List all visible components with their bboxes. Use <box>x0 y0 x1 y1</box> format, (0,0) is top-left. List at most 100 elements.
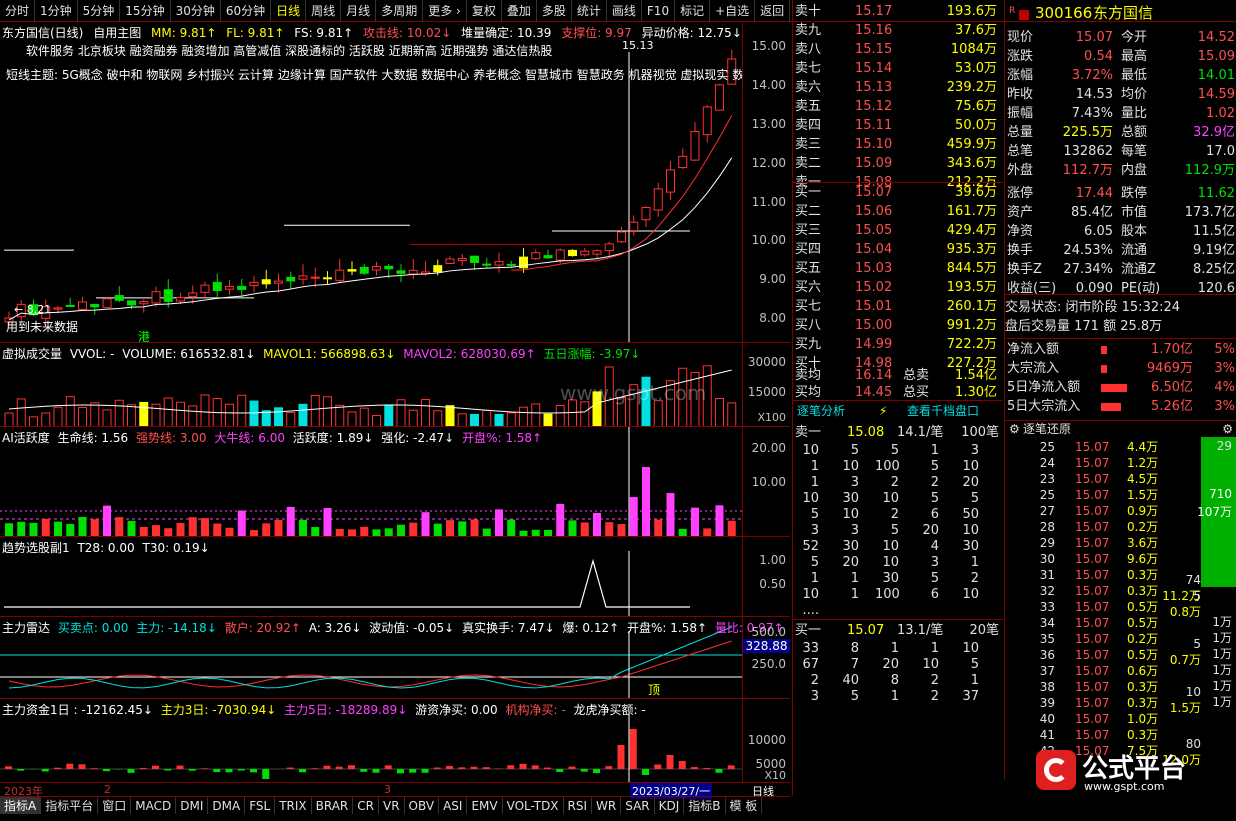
toolbar-item[interactable]: 周线 <box>306 0 342 22</box>
trend-axis: 1.00 0.50 <box>742 537 790 616</box>
buy-level[interactable]: 买八 15.00 991.2万 <box>793 316 1003 335</box>
sell-level[interactable]: 卖六 15.13 239.2万 <box>793 78 1003 97</box>
indicator-tab[interactable]: EMV <box>467 797 503 814</box>
buy-level[interactable]: 买一 15.07 39.6万 <box>793 183 1003 202</box>
quote-label: 总量 <box>1007 125 1034 140</box>
indicator-tab[interactable]: 窗口 <box>98 797 132 814</box>
toolbar-item[interactable]: 画线 <box>607 0 642 22</box>
indicator-tab[interactable]: 指标B <box>684 797 726 814</box>
candle-body <box>261 279 271 285</box>
fund-bar <box>666 755 674 769</box>
level-price: 15.03 <box>855 261 893 276</box>
level-price: 15.15 <box>855 42 893 57</box>
toolbar-item[interactable]: 标记 <box>675 0 711 22</box>
indicator-tab[interactable]: SAR <box>621 797 655 814</box>
volume-bar <box>261 410 271 427</box>
toolbar-item[interactable]: 统计 <box>572 0 607 22</box>
trade-row: 30 15.07 9.6万 <box>1005 551 1236 567</box>
trade-price: 15.07 <box>1075 728 1110 742</box>
toolbar-item[interactable]: +自选 <box>710 0 756 22</box>
toolbar-item[interactable]: 复权 <box>467 0 502 22</box>
volume-bar <box>53 406 63 427</box>
indicator-tab[interactable]: RSI <box>564 797 593 814</box>
trade-right-value: 1万 <box>1212 679 1232 693</box>
toolbar-item[interactable]: 30分钟 <box>171 0 221 22</box>
buy-level[interactable]: 买七 15.01 260.1万 <box>793 297 1003 316</box>
logo-g-icon <box>1036 750 1076 790</box>
toolbar-item[interactable]: 分时 <box>0 0 36 22</box>
fund-bar <box>421 769 429 773</box>
sell-level[interactable]: 卖十 15.17 193.6万 <box>793 2 1003 21</box>
indicator-tab[interactable]: VOL-TDX <box>503 797 564 814</box>
activity-bar <box>5 523 13 537</box>
tick-cell: 2 <box>810 673 819 688</box>
indicator-tab[interactable]: KDJ <box>655 797 685 814</box>
indicator-tab[interactable]: CR <box>353 797 379 814</box>
sell-level[interactable]: 卖三 15.10 459.9万 <box>793 135 1003 154</box>
sell-level[interactable]: 卖四 15.11 50.0万 <box>793 116 1003 135</box>
quote-label: 量比 <box>1121 106 1148 121</box>
sell-level[interactable]: 卖八 15.15 1084万 <box>793 40 1003 59</box>
volume-panel[interactable]: 虚拟成交量 VVOL: - VOLUME: 616532.81↓ MAVOL1:… <box>0 342 790 427</box>
tick-cell: 10 <box>962 641 979 656</box>
indicator-tab[interactable]: TRIX <box>275 797 312 814</box>
kline-panel[interactable]: 东方国信(日线) 自用主图 MM: 9.81↑ FL: 9.81↑ FS: 9.… <box>0 22 790 344</box>
trend-panel[interactable]: 趋势选股副1 T28: 0.00 T30: 0.19↓ 1.00 0.50 <box>0 536 790 617</box>
toolbar-item[interactable]: 日线 <box>271 0 307 22</box>
toolbar-item[interactable]: 多股 <box>537 0 572 22</box>
indicator-tab[interactable]: 指标A <box>0 797 42 814</box>
toolbar-item[interactable]: F10 <box>642 0 676 22</box>
indicator-tab[interactable]: BRAR <box>312 797 354 814</box>
formula-name[interactable]: 自用主图 <box>93 26 141 40</box>
trade-amount: 0.3万 <box>1127 728 1159 742</box>
toolbar-item[interactable]: 叠加 <box>502 0 537 22</box>
ai-activity-panel[interactable]: AI活跃度 生命线: 1.56 强势线: 3.00 大牛线: 6.00 活跃度:… <box>0 426 790 537</box>
quote-row: 现价 15.07 今开 14.52 <box>1005 28 1236 47</box>
tick-cell: 5 <box>810 507 819 522</box>
sell-level[interactable]: 卖二 15.09 343.6万 <box>793 154 1003 173</box>
toolbar-item[interactable]: 月线 <box>341 0 377 22</box>
buy-level[interactable]: 买九 14.99 722.2万 <box>793 335 1003 354</box>
indicator-tab[interactable]: DMA <box>208 797 246 814</box>
level-price: 15.07 <box>855 185 893 200</box>
toolbar-item[interactable]: 返回 <box>755 0 791 22</box>
indicator-tab[interactable]: MACD <box>131 797 177 814</box>
depth-book-tab: 查看千档盘口 <box>907 404 980 418</box>
indicator-tab[interactable]: VR <box>379 797 405 814</box>
indicator-tab[interactable]: 指标平台 <box>41 797 99 814</box>
toolbar-item[interactable]: 60分钟 <box>221 0 272 22</box>
buy-level[interactable]: 买六 15.02 193.5万 <box>793 278 1003 297</box>
buy-level[interactable]: 买二 15.06 161.7万 <box>793 202 1003 221</box>
indicator-tab[interactable]: ASI <box>439 797 468 814</box>
quote-value: 17.0 <box>1206 144 1235 159</box>
flow-value: 9469万 <box>1146 361 1193 376</box>
toolbar-item[interactable]: 5分钟 <box>78 0 121 22</box>
top-marker: 顶 <box>648 683 661 697</box>
tick-cell: 50 <box>962 507 979 522</box>
indicator-tab[interactable]: OBV <box>405 797 440 814</box>
quote-value: 112.9万 <box>1184 163 1235 178</box>
sell-level[interactable]: 卖五 15.12 75.6万 <box>793 97 1003 116</box>
candle-body <box>580 250 590 256</box>
buy-level[interactable]: 买三 15.05 429.4万 <box>793 221 1003 240</box>
indicator-tab[interactable]: DMI <box>176 797 209 814</box>
toolbar-item[interactable]: 1分钟 <box>35 0 78 22</box>
toolbar-item[interactable]: 15分钟 <box>120 0 171 22</box>
buy-level[interactable]: 买四 15.04 935.3万 <box>793 240 1003 259</box>
tick-tabs: 逐笔分析 ⚡ 查看千档盘口 <box>793 401 1003 421</box>
radar-panel[interactable]: 主力雷达 买卖点: 0.00 主力: -14.18↓ 散户: 20.92↑ A:… <box>0 616 790 699</box>
buy-level[interactable]: 买五 15.03 844.5万 <box>793 259 1003 278</box>
toolbar-item[interactable]: 多周期 <box>376 0 424 22</box>
quote-label: 涨停 <box>1007 186 1034 201</box>
toolbar-item[interactable]: 更多 › <box>423 0 467 22</box>
level-label: 卖五 <box>795 99 822 114</box>
trade-log-title: 逐笔还原 <box>1023 422 1072 436</box>
volume-bar <box>151 403 161 427</box>
sell-level[interactable]: 卖九 15.16 37.6万 <box>793 21 1003 40</box>
indicator-tab[interactable]: 模 板 <box>726 797 763 814</box>
indicator-tab[interactable]: WR <box>592 797 622 814</box>
sell-level[interactable]: 卖七 15.14 53.0万 <box>793 59 1003 78</box>
dragon-tiger-net: 龙虎净买额: - <box>573 703 646 717</box>
indicator-tab[interactable]: FSL <box>245 797 276 814</box>
fund-flow-panel[interactable]: 主力资金1日 : -12162.45↓ 主力3日: -7030.94↓ 主力5日… <box>0 698 790 783</box>
